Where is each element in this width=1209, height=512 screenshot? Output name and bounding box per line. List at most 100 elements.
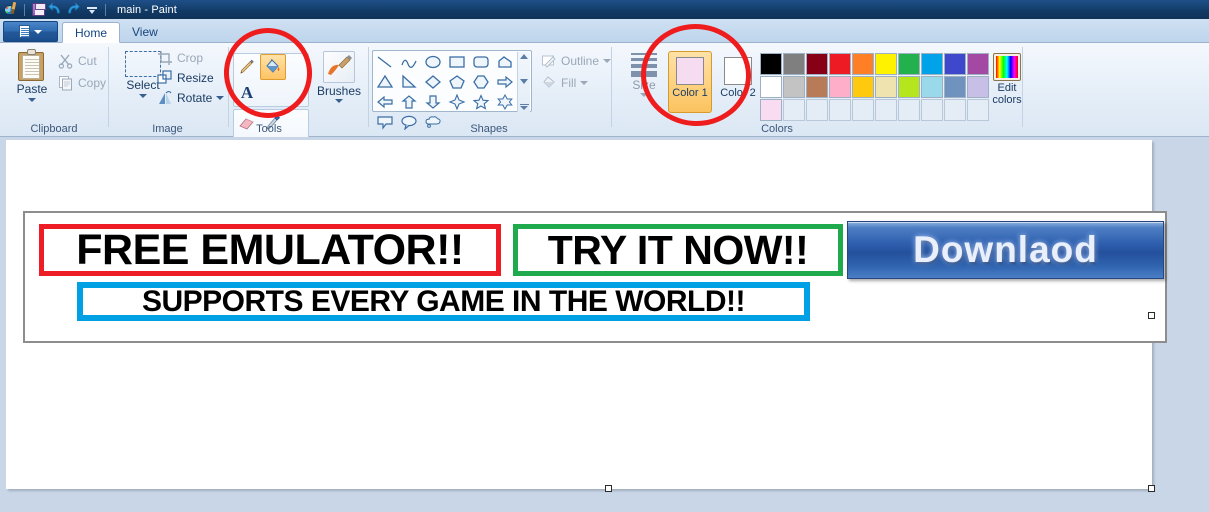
group-label-clipboard: Clipboard	[30, 123, 78, 135]
group-label-image: Image	[152, 123, 183, 135]
tab-home[interactable]: Home	[62, 22, 121, 43]
ribbon-group-shapes: Outline Fill Shapes	[369, 43, 612, 137]
expand-gallery-icon[interactable]	[519, 104, 529, 110]
color-swatch[interactable]	[829, 53, 851, 75]
color-swatch[interactable]	[852, 53, 874, 75]
chevron-down-icon[interactable]	[580, 81, 589, 85]
pencil-tool[interactable]	[234, 54, 260, 80]
canvas-resize-handle-corner[interactable]	[1148, 485, 1155, 492]
up-arrow-shape[interactable]	[398, 92, 419, 112]
shapes-scrollbar[interactable]	[517, 52, 530, 112]
size-button[interactable]: Size	[624, 53, 664, 97]
chevron-down-icon[interactable]	[640, 93, 648, 97]
scroll-down-icon[interactable]	[520, 79, 528, 84]
color-swatch-empty[interactable]	[806, 99, 828, 121]
color-swatch-empty[interactable]	[944, 99, 966, 121]
color-swatch[interactable]	[898, 53, 920, 75]
five-point-star-shape[interactable]	[470, 92, 491, 112]
app-menu-button[interactable]	[3, 21, 58, 42]
chevron-down-icon[interactable]	[28, 98, 36, 102]
crop-button[interactable]: Crop	[157, 50, 203, 66]
right-triangle-shape[interactable]	[398, 72, 419, 92]
color-2-button[interactable]: Color 2	[716, 51, 760, 113]
fill-button[interactable]: Fill	[541, 75, 589, 91]
color-swatch[interactable]	[898, 76, 920, 98]
chevron-down-icon[interactable]	[139, 94, 147, 98]
canvas-resize-handle-bottom[interactable]	[605, 485, 612, 492]
download-button-label: Downlaod	[913, 229, 1098, 270]
color-swatch[interactable]	[829, 76, 851, 98]
diamond-shape[interactable]	[422, 72, 443, 92]
color-swatch[interactable]	[852, 76, 874, 98]
fill-with-color-tool[interactable]	[260, 54, 286, 80]
shapes-gallery[interactable]	[372, 50, 532, 130]
hexagon-shape[interactable]	[470, 72, 491, 92]
customize-quick-access-icon[interactable]	[84, 2, 100, 18]
redo-icon[interactable]	[66, 1, 82, 18]
canvas-resize-handle-right[interactable]	[1148, 312, 1155, 319]
ribbon-group-brushes: Brushes	[310, 43, 366, 137]
color-swatch-empty[interactable]	[852, 99, 874, 121]
color-palette[interactable]	[760, 53, 990, 122]
paint-canvas[interactable]: FREE EMULATOR!! TRY IT NOW!! SUPPORTS EV…	[6, 140, 1167, 492]
chevron-down-icon[interactable]	[216, 96, 225, 100]
paint-app-icon[interactable]	[3, 1, 19, 18]
color-swatch[interactable]	[760, 76, 782, 98]
down-arrow-shape[interactable]	[422, 92, 443, 112]
color-swatch[interactable]	[921, 76, 943, 98]
line-shape[interactable]	[374, 52, 395, 72]
color-swatch-empty[interactable]	[875, 99, 897, 121]
brushes-button[interactable]: Brushes	[316, 51, 362, 103]
ribbon-group-clipboard: Paste Cut Copy Clipboard	[0, 43, 108, 137]
color-swatch[interactable]	[760, 99, 782, 121]
outline-button[interactable]: Outline	[541, 53, 612, 69]
rectangle-shape[interactable]	[446, 52, 467, 72]
paste-button[interactable]: Paste	[10, 49, 54, 102]
edit-colors-button[interactable]: Edit colors	[982, 53, 1032, 106]
save-icon[interactable]	[30, 2, 46, 18]
pasted-image-frame[interactable]: FREE EMULATOR!! TRY IT NOW!! SUPPORTS EV…	[23, 211, 1167, 343]
triangle-shape[interactable]	[374, 72, 395, 92]
tab-view[interactable]: View	[120, 21, 170, 43]
left-arrow-shape[interactable]	[374, 92, 395, 112]
four-point-star-shape[interactable]	[446, 92, 467, 112]
undo-icon[interactable]	[48, 1, 64, 18]
edit-colors-label: Edit colors	[992, 82, 1022, 106]
color-swatch[interactable]	[783, 76, 805, 98]
text-tool[interactable]: A	[234, 80, 260, 106]
scroll-up-icon[interactable]	[520, 54, 528, 59]
color-swatch[interactable]	[760, 53, 782, 75]
curve-shape[interactable]	[398, 52, 419, 72]
color-1-button[interactable]: Color 1	[668, 51, 712, 113]
color-swatch-empty[interactable]	[921, 99, 943, 121]
chevron-down-icon[interactable]	[603, 59, 612, 63]
color-swatch[interactable]	[944, 53, 966, 75]
rounded-rectangle-shape[interactable]	[470, 52, 491, 72]
ribbon-group-image: Select Crop Resize Rotate Image	[109, 43, 226, 137]
copy-button[interactable]: Copy	[58, 75, 106, 91]
six-point-star-shape[interactable]	[494, 92, 515, 112]
resize-button[interactable]: Resize	[157, 70, 214, 86]
right-arrow-shape[interactable]	[494, 72, 515, 92]
fill-bucket-icon	[541, 75, 557, 91]
color-swatch[interactable]	[806, 53, 828, 75]
rotate-button[interactable]: Rotate	[157, 90, 225, 106]
color-swatch[interactable]	[783, 53, 805, 75]
color-swatch[interactable]	[875, 53, 897, 75]
fill-label: Fill	[561, 76, 577, 90]
polygon-shape[interactable]	[494, 52, 515, 72]
color-swatch[interactable]	[944, 76, 966, 98]
color-swatch[interactable]	[921, 53, 943, 75]
pentagon-shape[interactable]	[446, 72, 467, 92]
chevron-down-icon[interactable]	[335, 99, 343, 103]
cut-button[interactable]: Cut	[58, 53, 97, 69]
color-swatch-empty[interactable]	[783, 99, 805, 121]
divider	[1022, 47, 1023, 127]
color-swatch-empty[interactable]	[829, 99, 851, 121]
color-swatch[interactable]	[875, 76, 897, 98]
color-swatch-empty[interactable]	[898, 99, 920, 121]
quick-access-toolbar	[3, 1, 109, 18]
canvas-work-area: FREE EMULATOR!! TRY IT NOW!! SUPPORTS EV…	[0, 137, 1209, 512]
color-swatch[interactable]	[806, 76, 828, 98]
oval-shape[interactable]	[422, 52, 443, 72]
